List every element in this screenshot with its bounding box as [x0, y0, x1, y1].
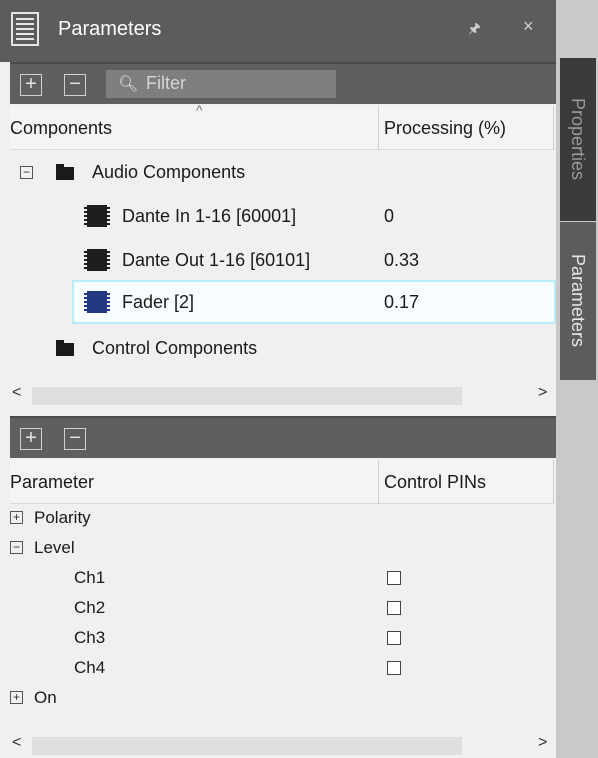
filter-input[interactable]: 🔍︎ Filter: [106, 70, 336, 98]
parameters-header: Parameter Control PINs: [10, 460, 554, 504]
panel-title: Parameters: [58, 18, 162, 40]
component-chip-icon: [84, 205, 110, 227]
components-header: ^ Components Processing (%): [10, 102, 554, 150]
tree-row-label: Dante In 1-16 [60001]: [122, 206, 297, 226]
components-horizontal-scrollbar[interactable]: < >: [10, 384, 554, 406]
parameters-panel: Parameters 🖈 × + − 🔍︎ Filter ^ Component…: [0, 0, 556, 758]
column-parameter[interactable]: Parameter: [4, 460, 94, 504]
scrollbar-thumb[interactable]: [32, 737, 462, 755]
scroll-right-icon[interactable]: >: [538, 734, 547, 752]
expand-all-button[interactable]: +: [20, 74, 42, 96]
column-divider[interactable]: [553, 460, 554, 504]
collapse-all-button[interactable]: −: [64, 428, 86, 450]
control-pin-checkbox[interactable]: [387, 571, 401, 585]
param-row-polarity[interactable]: + Polarity: [10, 503, 554, 533]
column-processing[interactable]: Processing (%): [378, 106, 506, 150]
close-icon[interactable]: ×: [523, 16, 534, 37]
tree-row-label: Fader [2]: [122, 292, 195, 312]
expand-toggle-icon[interactable]: +: [10, 691, 23, 704]
side-dock: Properties Parameters: [556, 0, 598, 758]
tree-row-audio-components[interactable]: − Audio Components: [10, 150, 554, 194]
tab-parameters[interactable]: Parameters: [560, 222, 596, 380]
param-label: On: [34, 688, 57, 707]
tree-row-dante-in[interactable]: Dante In 1-16 [60001] 0: [10, 194, 554, 238]
search-icon: 🔍︎: [118, 76, 139, 93]
sort-indicator-icon: ^: [196, 102, 203, 118]
processing-value: 0.17: [384, 292, 420, 312]
folder-icon: [56, 340, 74, 356]
collapse-toggle-icon[interactable]: −: [20, 166, 33, 179]
param-row-level[interactable]: − Level: [10, 533, 554, 563]
component-chip-icon: [84, 291, 110, 313]
processing-value: 0.33: [384, 250, 420, 270]
scroll-right-icon[interactable]: >: [538, 384, 547, 402]
param-label: Polarity: [34, 508, 91, 527]
column-divider[interactable]: [553, 106, 554, 150]
expand-toggle-icon[interactable]: +: [10, 511, 23, 524]
column-control-pins[interactable]: Control PINs: [378, 460, 486, 504]
tree-row-label: Control Components: [92, 338, 258, 358]
tree-row-label: Audio Components: [92, 162, 246, 182]
tree-row-label: Dante Out 1-16 [60101]: [122, 250, 311, 270]
collapse-all-button[interactable]: −: [64, 74, 86, 96]
param-row-ch1[interactable]: Ch1: [10, 563, 554, 593]
param-row-ch4[interactable]: Ch4: [10, 653, 554, 683]
expand-all-button[interactable]: +: [20, 428, 42, 450]
parameters-horizontal-scrollbar[interactable]: < >: [10, 734, 554, 756]
pin-icon[interactable]: 🖈: [468, 18, 481, 42]
panel-titlebar: Parameters 🖈 ×: [0, 0, 556, 62]
document-icon: [11, 12, 39, 46]
control-pin-checkbox[interactable]: [387, 631, 401, 645]
scrollbar-thumb[interactable]: [32, 387, 462, 405]
parameters-toolbar: + −: [10, 416, 556, 458]
tree-row-control-components[interactable]: Control Components: [10, 326, 554, 370]
scroll-left-icon[interactable]: <: [12, 734, 21, 752]
column-components[interactable]: Components: [4, 106, 112, 150]
collapse-toggle-icon[interactable]: −: [10, 541, 23, 554]
control-pin-checkbox[interactable]: [387, 601, 401, 615]
filter-placeholder: Filter: [146, 73, 186, 93]
param-row-on[interactable]: + On: [10, 683, 554, 713]
processing-value: 0: [384, 206, 395, 226]
scroll-left-icon[interactable]: <: [12, 384, 21, 402]
param-label: Ch4: [74, 658, 106, 677]
tree-row-fader-selected[interactable]: Fader [2] 0.17: [72, 280, 556, 324]
component-chip-icon: [84, 249, 110, 271]
param-row-ch2[interactable]: Ch2: [10, 593, 554, 623]
param-label: Ch1: [74, 568, 106, 587]
folder-icon: [56, 164, 74, 180]
tree-row-dante-out[interactable]: Dante Out 1-16 [60101] 0.33: [10, 238, 554, 282]
param-row-ch3[interactable]: Ch3: [10, 623, 554, 653]
tab-properties[interactable]: Properties: [560, 58, 596, 221]
param-label: Ch3: [74, 628, 106, 647]
param-label: Ch2: [74, 598, 106, 617]
components-toolbar: + − 🔍︎ Filter: [10, 62, 556, 104]
param-label: Level: [34, 538, 75, 557]
control-pin-checkbox[interactable]: [387, 661, 401, 675]
